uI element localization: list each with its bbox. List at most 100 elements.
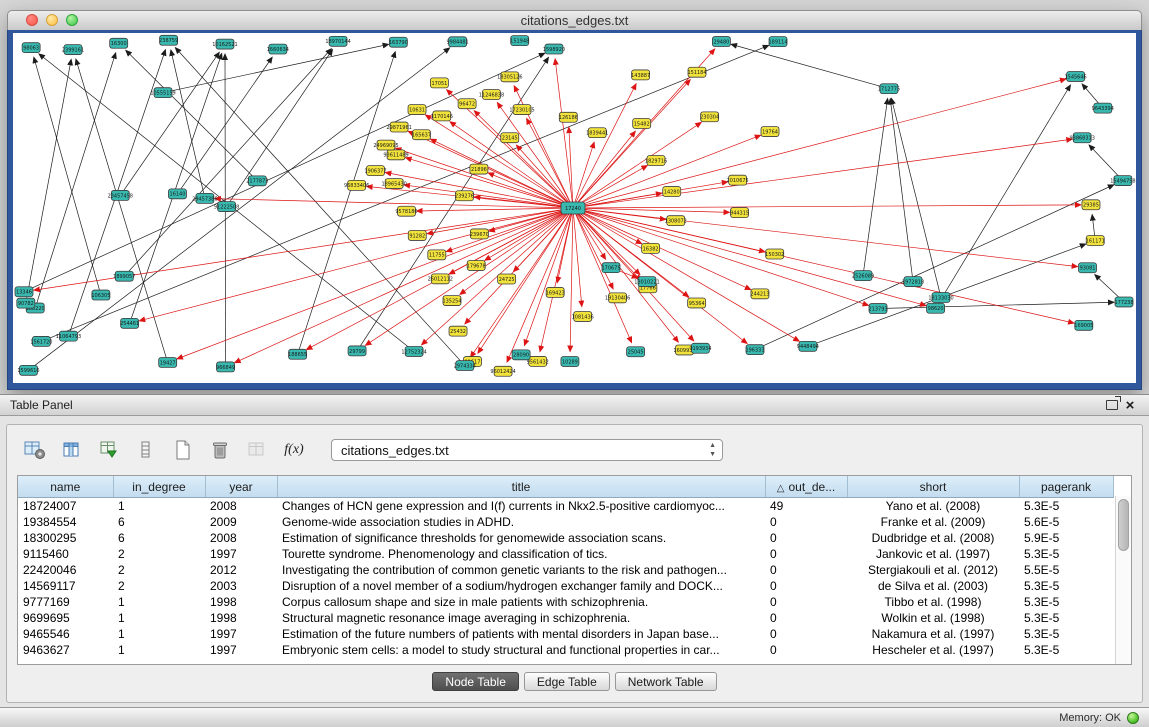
network-node[interactable]: 9984481	[446, 37, 468, 47]
show-columns-icon[interactable]	[58, 437, 86, 463]
network-node[interactable]: 2526089	[852, 271, 874, 281]
network-edge[interactable]	[569, 127, 573, 208]
network-edge[interactable]	[573, 135, 761, 208]
network-edge[interactable]	[573, 142, 594, 208]
network-window-titlebar[interactable]: citations_edges.txt	[7, 10, 1142, 31]
network-edge[interactable]	[215, 199, 573, 208]
float-panel-icon[interactable]	[1103, 397, 1121, 413]
network-node[interactable]: 9643394	[1092, 103, 1114, 113]
table-cell[interactable]: de Silva et al. (2003)	[847, 578, 1019, 594]
network-node[interactable]: 12752324	[401, 347, 426, 357]
table-cell[interactable]: 2	[113, 578, 205, 594]
network-node[interactable]: 151184	[687, 67, 706, 77]
network-edge[interactable]	[416, 208, 573, 211]
network-node[interactable]: 93611489	[383, 150, 408, 160]
table-cell[interactable]: 5.5E-5	[1019, 562, 1113, 578]
table-cell[interactable]: 9699695	[18, 610, 113, 626]
network-node[interactable]: 135254	[442, 296, 461, 306]
network-node[interactable]: 17230105	[509, 105, 534, 115]
network-node[interactable]: 17240	[561, 202, 585, 214]
table-cell[interactable]: 22420046	[18, 562, 113, 578]
network-node[interactable]: 90782	[17, 298, 35, 308]
network-node[interactable]: 10555159	[150, 88, 175, 98]
network-node[interactable]: 1829716	[645, 156, 667, 166]
network-node[interactable]: 96833406	[344, 180, 369, 190]
table-cell[interactable]: 9465546	[18, 626, 113, 642]
table-cell[interactable]: Stergiakouli et al. (2012)	[847, 562, 1019, 578]
table-cell[interactable]: 2009	[205, 514, 277, 530]
table-cell[interactable]: 9115460	[18, 546, 113, 562]
network-node[interactable]: 238759	[159, 35, 178, 45]
network-node[interactable]: 189114	[769, 37, 788, 47]
network-node[interactable]: 196333	[745, 345, 764, 355]
network-node[interactable]: 19427	[159, 357, 177, 367]
network-node[interactable]: 165637	[412, 130, 431, 140]
network-edge[interactable]	[890, 99, 913, 282]
network-node[interactable]: 244213	[750, 289, 769, 299]
network-edge[interactable]	[524, 208, 573, 345]
table-cell[interactable]: 0	[765, 642, 847, 658]
network-node[interactable]: 13346	[15, 287, 33, 297]
network-node[interactable]: 163790	[389, 37, 408, 47]
network-node[interactable]: 170675	[601, 263, 620, 273]
network-node[interactable]: 10162521	[212, 39, 237, 49]
table-row[interactable]: 2242004622012Investigating the contribut…	[18, 562, 1113, 578]
network-node[interactable]: 18965430	[381, 179, 406, 189]
table-cell[interactable]: 0	[765, 546, 847, 562]
network-node[interactable]: 2010675	[727, 175, 749, 185]
network-node[interactable]: 254461	[120, 318, 139, 328]
table-cell[interactable]: 1	[113, 610, 205, 626]
table-cell[interactable]: Franke et al. (2009)	[847, 514, 1019, 530]
table-cell[interactable]: Structural magnetic resonance image aver…	[277, 610, 765, 626]
network-node[interactable]: 1081436	[572, 311, 594, 321]
network-node[interactable]: 13010221	[634, 277, 659, 287]
network-edge[interactable]	[446, 208, 573, 252]
network-window[interactable]: citations_edges.txt 17240956143296012424…	[7, 10, 1142, 390]
table-cell[interactable]: Estimation of the future numbers of pati…	[277, 626, 765, 642]
table-cell[interactable]: 5.3E-5	[1019, 642, 1113, 658]
network-edge[interactable]	[573, 208, 632, 343]
network-edge[interactable]	[863, 99, 888, 276]
network-node[interactable]: 151948	[510, 36, 529, 46]
network-edge[interactable]	[573, 208, 730, 212]
network-node[interactable]: 19764	[761, 127, 779, 137]
network-node[interactable]: 1308072	[665, 216, 687, 226]
column-header-title[interactable]: title	[277, 476, 765, 498]
rename-table-icon[interactable]	[243, 437, 271, 463]
network-node[interactable]: 21896	[470, 164, 488, 174]
network-node[interactable]: 11755	[428, 250, 446, 260]
table-cell[interactable]: Jankovic et al. (1997)	[847, 546, 1019, 562]
network-node[interactable]: 14280	[663, 187, 681, 197]
table-cell[interactable]: 6	[113, 514, 205, 530]
table-cell[interactable]: 0	[765, 578, 847, 594]
row-options-icon[interactable]	[132, 437, 160, 463]
network-node[interactable]: 15494758	[1110, 176, 1135, 186]
network-edge[interactable]	[573, 208, 799, 341]
network-node[interactable]: 1660634	[267, 44, 289, 54]
network-edge[interactable]	[573, 205, 1081, 208]
column-header-year[interactable]: year	[205, 476, 277, 498]
network-edge[interactable]	[507, 208, 573, 362]
table-cell[interactable]: 0	[765, 594, 847, 610]
network-node[interactable]: 18305126	[497, 72, 522, 82]
column-header-short[interactable]: short	[847, 476, 1019, 498]
table-cell[interactable]: 2008	[205, 530, 277, 546]
network-node[interactable]: 239276	[455, 191, 474, 201]
table-row[interactable]: 977716911998Corpus callosum shape and si…	[18, 594, 1113, 610]
table-cell[interactable]: Nakamura et al. (1997)	[847, 626, 1019, 642]
network-node[interactable]: 213793	[869, 304, 888, 314]
network-node[interactable]: 29480	[712, 37, 730, 47]
network-node[interactable]: 106305	[91, 290, 110, 300]
table-cell[interactable]: 2003	[205, 578, 277, 594]
network-node[interactable]: 98620	[927, 303, 945, 313]
network-node[interactable]: 23457458	[108, 190, 133, 200]
network-node[interactable]: 2399161	[62, 45, 84, 55]
network-node[interactable]: 98063	[22, 43, 40, 53]
network-edge[interactable]	[120, 52, 219, 195]
network-node[interactable]: 9448494	[797, 341, 819, 351]
table-cell[interactable]: Investigating the contribution of common…	[277, 562, 765, 578]
table-cell[interactable]: Wolkin et al. (1998)	[847, 610, 1019, 626]
table-row[interactable]: 911546021997Tourette syndrome. Phenomeno…	[18, 546, 1113, 562]
network-node[interactable]: 24969095	[373, 140, 398, 150]
network-edge[interactable]	[513, 208, 573, 272]
